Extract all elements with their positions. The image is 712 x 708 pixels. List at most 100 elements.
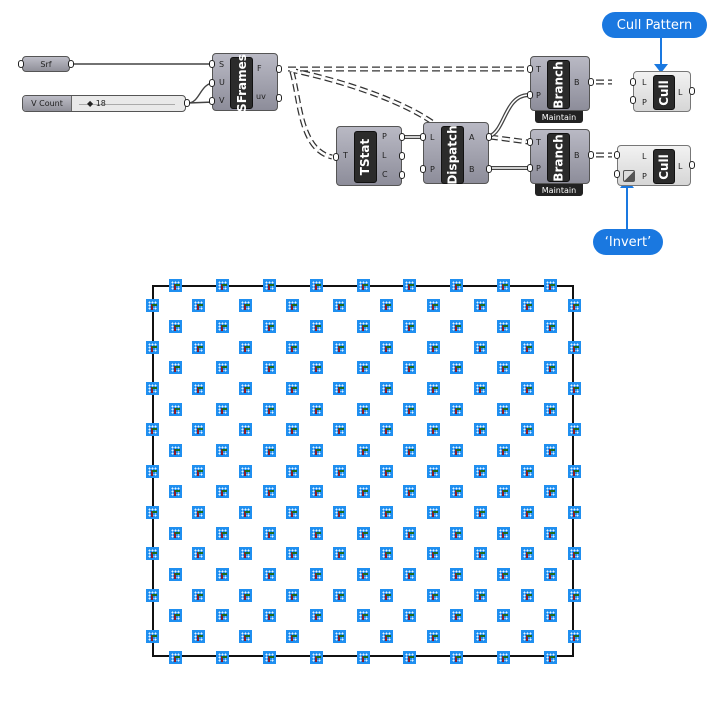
branch-bottom-grip-p[interactable]: [527, 164, 533, 172]
cull-bottom-name: Cull: [653, 149, 675, 184]
cull-bottom-grip-p[interactable]: [614, 170, 620, 178]
frame-x-axis: [315, 655, 321, 658]
tstat-grip-l[interactable]: [399, 152, 405, 160]
surface-frame: [262, 278, 276, 292]
surface-frame: [567, 299, 581, 313]
tstat-component[interactable]: T TStat P L C: [336, 126, 402, 186]
dispatch-grip-a[interactable]: [486, 133, 492, 141]
cull-bottom-grip-out[interactable]: [689, 161, 695, 169]
frame-x-axis: [432, 593, 438, 596]
frame-x-axis: [573, 386, 579, 389]
frame-x-axis: [315, 531, 321, 534]
v-count-output-grip[interactable]: [184, 99, 190, 107]
srf-output-grip[interactable]: [68, 60, 74, 68]
cull-top-grip-out[interactable]: [689, 87, 695, 95]
surface-frame: [262, 609, 276, 623]
dispatch-grip-p[interactable]: [420, 165, 426, 173]
port-l-out: L: [678, 88, 683, 97]
dispatch-grip-l[interactable]: [420, 133, 426, 141]
invert-flag-icon[interactable]: [623, 170, 635, 182]
sframes-grip-u[interactable]: [209, 79, 215, 87]
frame-x-axis: [362, 283, 368, 286]
frame-x-axis: [292, 634, 298, 637]
surface-frame: [544, 609, 558, 623]
srf-input-grip[interactable]: [18, 60, 24, 68]
frame-x-axis: [456, 531, 462, 534]
v-count-slider[interactable]: V Count ◆ 18: [22, 95, 186, 112]
branch-bottom-maintain-badge: Maintain: [535, 184, 583, 196]
surface-frame: [473, 629, 487, 643]
surface-frame: [168, 402, 182, 416]
sframes-grip-uv[interactable]: [276, 94, 282, 102]
frame-x-axis: [526, 304, 532, 307]
frame-x-axis: [550, 324, 556, 327]
surface-frame: [403, 443, 417, 457]
surface-frame: [262, 485, 276, 499]
surface-frame: [567, 588, 581, 602]
sframes-grip-v[interactable]: [209, 97, 215, 105]
port-u: U: [219, 78, 225, 87]
branch-top-grip-p[interactable]: [527, 91, 533, 99]
cull-top-grip-p[interactable]: [630, 96, 636, 104]
port-a: A: [469, 133, 475, 142]
frame-x-axis: [174, 366, 180, 369]
port-b: B: [574, 78, 580, 87]
frame-x-axis: [573, 304, 579, 307]
tstat-grip-t[interactable]: [333, 153, 339, 161]
frame-x-axis: [174, 531, 180, 534]
surface-frame: [192, 299, 206, 313]
sframes-component[interactable]: S U V SFrames F uv: [212, 53, 278, 112]
frame-x-axis: [151, 386, 157, 389]
branch-bottom-grip-t[interactable]: [527, 138, 533, 146]
cull-top-component[interactable]: L P Cull L: [633, 71, 691, 112]
branch-bottom-grip-b[interactable]: [588, 151, 594, 159]
frame-x-axis: [362, 324, 368, 327]
surface-frame: [309, 319, 323, 333]
surface-frame: [379, 629, 393, 643]
cull-top-grip-l[interactable]: [630, 78, 636, 86]
frame-x-axis: [315, 366, 321, 369]
branch-top-grip-b[interactable]: [588, 78, 594, 86]
frame-x-axis: [479, 304, 485, 307]
frame-x-axis: [245, 345, 251, 348]
surface-frame: [520, 629, 534, 643]
surface-frame: [145, 547, 159, 561]
dispatch-component[interactable]: L P Dispatch A B: [423, 122, 489, 185]
frame-x-axis: [339, 428, 345, 431]
surface-frame: [192, 340, 206, 354]
frame-x-axis: [315, 448, 321, 451]
surface-frame: [168, 567, 182, 581]
frame-x-axis: [526, 593, 532, 596]
frame-x-axis: [526, 634, 532, 637]
surface-frame: [426, 505, 440, 519]
surface-frame: [567, 505, 581, 519]
frame-x-axis: [221, 655, 227, 658]
frame-x-axis: [245, 510, 251, 513]
port-l: L: [430, 133, 435, 142]
frame-x-axis: [292, 386, 298, 389]
cull-bottom-grip-l[interactable]: [614, 151, 620, 159]
frame-x-axis: [385, 428, 391, 431]
srf-param[interactable]: Srf: [22, 56, 70, 72]
cull-bottom-component[interactable]: L P Cull L: [617, 145, 691, 186]
frame-x-axis: [151, 510, 157, 513]
branch-bottom-component[interactable]: T P Branch B: [530, 129, 590, 184]
tstat-grip-c[interactable]: [399, 171, 405, 179]
port-b: B: [574, 151, 580, 160]
frame-x-axis: [409, 614, 415, 617]
surface-frame: [168, 361, 182, 375]
surface-frame: [262, 361, 276, 375]
sframes-grip-s[interactable]: [209, 60, 215, 68]
branch-top-maintain-badge: Maintain: [535, 111, 583, 123]
surface-frame: [497, 402, 511, 416]
frame-x-axis: [456, 614, 462, 617]
frame-x-axis: [385, 304, 391, 307]
surface-frame: [544, 526, 558, 540]
branch-top-component[interactable]: T P Branch B: [530, 56, 590, 111]
branch-top-grip-t[interactable]: [527, 65, 533, 73]
slider-value[interactable]: ◆ 18: [87, 99, 106, 108]
frame-x-axis: [362, 490, 368, 493]
tstat-grip-p[interactable]: [399, 133, 405, 141]
dispatch-grip-b[interactable]: [486, 165, 492, 173]
sframes-grip-f[interactable]: [276, 65, 282, 73]
